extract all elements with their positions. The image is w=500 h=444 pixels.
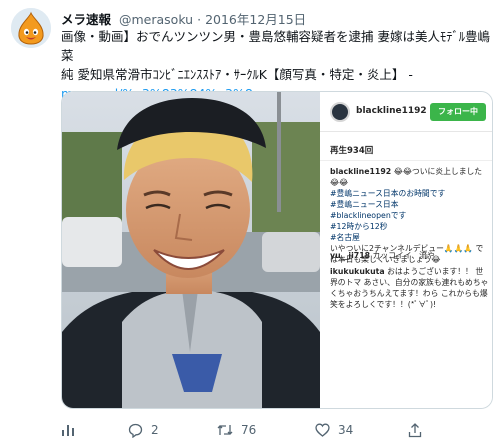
hashtag: #blacklineopenです bbox=[330, 211, 407, 220]
analytics-button[interactable] bbox=[61, 420, 75, 440]
hashtag: #豊嶋ニュース日本 bbox=[330, 200, 399, 209]
author-name[interactable]: メラ速報 bbox=[61, 12, 111, 27]
instagram-view-count: 再生934回 bbox=[330, 146, 374, 156]
comment-username: yu__ji718 bbox=[330, 251, 371, 260]
comment-username: ikukukukuta bbox=[330, 267, 385, 276]
slime-avatar-icon[interactable] bbox=[11, 8, 51, 48]
like-button[interactable]: 34 bbox=[315, 420, 353, 440]
tweet-text-line-2: 純 愛知県常滑市ｺﾝﾋﾞﾆｴﾝｽｽﾄｱ・ｻｰｸﾙK【顔写真・特定・炎上】 - bbox=[61, 67, 413, 82]
header-separator: · bbox=[197, 12, 202, 27]
tweet-media[interactable]: blackline1192 フォロー中 再生934回 blackline1192… bbox=[61, 91, 493, 409]
reply-button[interactable]: 2 bbox=[128, 420, 159, 440]
like-count: 34 bbox=[338, 423, 354, 437]
hashtag: #12時から12秒 bbox=[330, 222, 388, 231]
instagram-header: blackline1192 フォロー中 bbox=[320, 92, 492, 132]
tweet-date[interactable]: 2016年12月15日 bbox=[205, 12, 306, 27]
instagram-username: blackline1192 bbox=[356, 106, 427, 116]
share-icon bbox=[408, 422, 422, 437]
share-button[interactable] bbox=[408, 420, 422, 440]
reply-icon bbox=[128, 423, 143, 438]
like-icon bbox=[315, 423, 330, 437]
comment-text: カッコイイ、流や bbox=[372, 251, 435, 260]
instagram-comment: yu__ji718 カッコイイ、流や bbox=[330, 250, 490, 261]
reply-count: 2 bbox=[151, 423, 159, 437]
instagram-avatar bbox=[330, 102, 350, 122]
caption-username: blackline1192 bbox=[330, 167, 392, 176]
retweet-button[interactable]: 76 bbox=[217, 420, 256, 440]
retweet-icon bbox=[217, 425, 233, 435]
instagram-panel: blackline1192 フォロー中 再生934回 blackline1192… bbox=[320, 92, 492, 408]
person-photo[interactable] bbox=[62, 92, 320, 408]
analytics-icon bbox=[62, 425, 74, 436]
author-handle[interactable]: @merasoku bbox=[119, 12, 193, 27]
follow-button: フォロー中 bbox=[430, 103, 486, 121]
tweet-actions: 2 76 34 bbox=[61, 420, 493, 440]
tweet-header: メラ速報 @merasoku · 2016年12月15日 bbox=[61, 9, 490, 29]
instagram-comment: ikukukukuta おはようございます！！ 世界のトマ あさい、自分の家族も… bbox=[330, 266, 490, 310]
retweet-count: 76 bbox=[241, 423, 257, 437]
instagram-divider bbox=[320, 160, 492, 161]
tweet[interactable]: メラ速報 @merasoku · 2016年12月15日 画像・動画】おでんツン… bbox=[0, 0, 500, 444]
hashtag: #名古屋 bbox=[330, 233, 360, 242]
tweet-text-line-1: 画像・動画】おでんツンツン男・豊島悠輔容疑者を逮捕 妻嫁は美人ﾓﾃﾞﾙ豊嶋菜 bbox=[61, 29, 490, 63]
hashtag: #豊嶋ニュース日本のお時間です bbox=[330, 189, 446, 198]
